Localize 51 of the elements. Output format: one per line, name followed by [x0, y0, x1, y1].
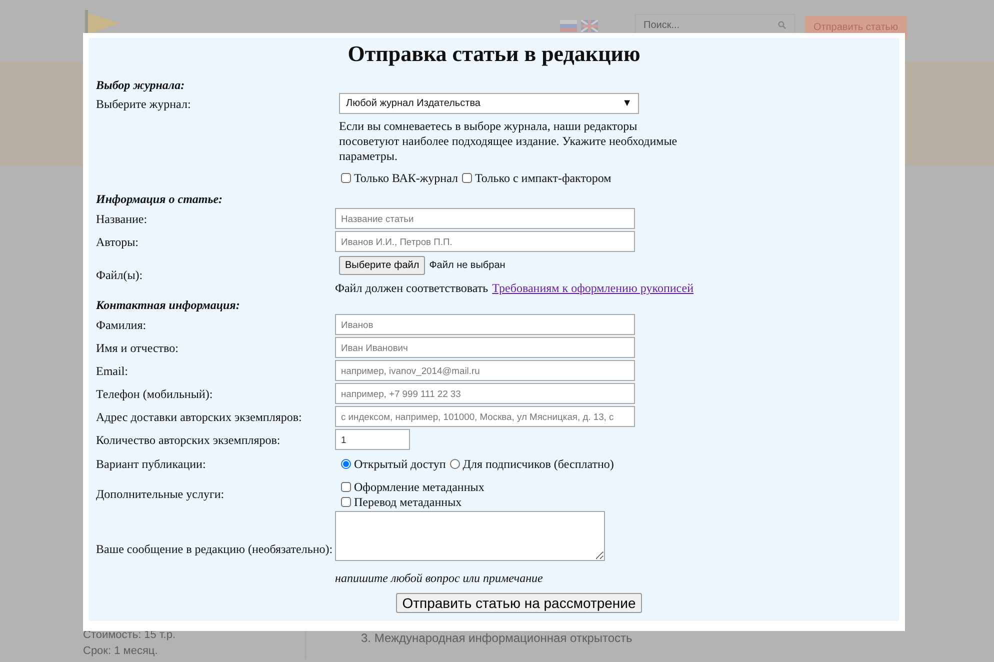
help-text: Если вы сомневаетесь в выборе журнала, наши редакторы посоветуют наиболее подходящее издание. Укажите необходимые параметры. [339, 119, 678, 164]
checkbox[interactable] [462, 173, 472, 183]
checkbox-label: Только ВАК-журнал [354, 171, 458, 185]
number-input-field[interactable]: 1 [335, 429, 410, 450]
journal-select[interactable]: Любой журнал Издательства ▼ [339, 93, 639, 114]
field-label: Вариант публикации: [96, 456, 207, 473]
field-label: Количество авторских экземпляров: [96, 432, 282, 448]
checkbox[interactable] [341, 173, 351, 183]
text-input-field[interactable]: Иванов И.И., Петров П.П. [335, 231, 635, 252]
term-text: Срок: 1 месяц. [83, 644, 159, 659]
choose-file-button[interactable]: Выберите файл [339, 256, 426, 275]
text-input-field[interactable]: например, ivanov_2014@mail.ru [335, 360, 635, 381]
radio-label: Для подписчиков (бесплатно) [462, 457, 614, 471]
text-input-field[interactable]: например, +7 999 111 22 33 [335, 383, 635, 404]
radio-button[interactable] [450, 459, 460, 469]
radio-label: Открытый доступ [354, 457, 446, 471]
field-label: Адрес доставки авторских экземпляров: [96, 408, 303, 426]
file-status: Файл не выбран [429, 259, 506, 273]
field-label: Файл(ы): [96, 267, 144, 284]
field-label: Дополнительные услуги: [96, 486, 226, 502]
submit-button[interactable]: Отправить статью на рассмотрение [396, 593, 642, 613]
section-heading: Контактная информация: [96, 297, 241, 313]
hint-text: напишите любой вопрос или примечание [335, 570, 544, 587]
field-label: Email: [96, 362, 129, 380]
note-text: Файл должен соответствовать [335, 280, 488, 297]
modal-title: Отправка статьи в редакцию [346, 40, 642, 67]
field-label: Название: [96, 210, 148, 228]
checkbox-label: Оформление метаданных [354, 480, 484, 494]
field-label: Телефон (мобильный): [96, 386, 214, 402]
checkbox[interactable] [341, 497, 351, 507]
field-label: Фамилия: [96, 316, 148, 334]
search-icon [778, 21, 786, 29]
radio-button[interactable] [341, 459, 351, 469]
search-placeholder: Поиск... [644, 18, 680, 32]
message-textarea[interactable] [335, 511, 605, 561]
field-label: Выберите журнал: [96, 96, 192, 112]
requirements-link[interactable]: Требованиям к оформлению рукописей [492, 279, 694, 297]
field-label: Ваше сообщение в редакцию (необязательно): [96, 540, 334, 558]
text-input-field[interactable]: Название статьи [335, 208, 635, 229]
field-label: Имя и отчество: [96, 340, 180, 356]
text-input-field[interactable]: Иванов [335, 314, 635, 335]
section-heading: Информация о статье: [96, 191, 224, 207]
section-heading: Выбор журнала: [96, 77, 186, 93]
text-input-field[interactable]: с индексом, например, 101000, Москва, ул Мясницкая, д. 13, с [335, 406, 635, 427]
checkbox-label: Перевод метаданных [354, 495, 462, 509]
field-label: Авторы: [96, 234, 140, 250]
checkbox-label: Только с импакт-фактором [475, 171, 612, 185]
checkbox[interactable] [341, 482, 351, 492]
caret-icon: ▼ [622, 96, 632, 111]
text-input-field[interactable]: Иван Иванович [335, 337, 635, 358]
list-item-text: 3. Международная информационная открытость [361, 630, 632, 647]
